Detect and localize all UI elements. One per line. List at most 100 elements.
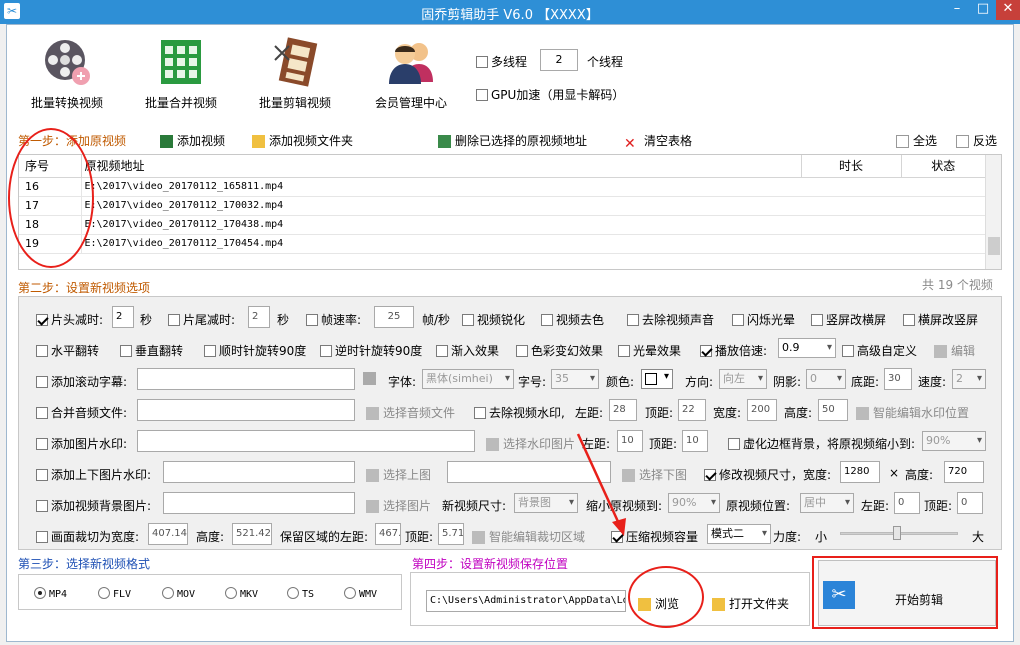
position-select[interactable]: 居中 (800, 493, 854, 513)
multithread-checkbox[interactable]: 多线程 (476, 53, 527, 70)
background-image-checkbox[interactable]: 添加视频背景图片: (36, 497, 151, 514)
compress-mode-select[interactable]: 模式二 (707, 524, 771, 544)
shrink-select[interactable]: 90% (668, 493, 720, 513)
font-select[interactable]: 黑体(simhei) (422, 369, 514, 389)
crop-top-input[interactable]: 5.71 (438, 523, 464, 545)
blur-scale-select[interactable]: 90% (922, 431, 986, 451)
crop-height-input[interactable]: 521.428 (232, 523, 272, 545)
cw90-checkbox[interactable]: 顺时针旋转90度 (204, 342, 306, 359)
subtitle-input[interactable] (137, 368, 355, 390)
h2v-checkbox[interactable]: 横屏改竖屏 (903, 311, 978, 328)
fps-checkbox[interactable]: 帧速率: (306, 311, 361, 328)
resize-height-input[interactable]: 720 (944, 461, 984, 483)
color-effect-checkbox[interactable]: 色彩变幻效果 (516, 342, 603, 359)
batch-merge-button[interactable]: 批量合并视频 (136, 36, 226, 111)
select-all-button[interactable]: 全选 (896, 132, 937, 149)
col-path[interactable]: 原视频地址 (81, 155, 802, 177)
close-button[interactable]: ✕ (996, 0, 1020, 20)
table-scrollbar[interactable] (985, 155, 1001, 269)
table-row[interactable]: 16 E:\2017\video_20170112_165811.mp4 (19, 177, 985, 196)
open-folder-button[interactable]: 打开文件夹 (712, 595, 789, 612)
background-image-input[interactable] (163, 492, 355, 514)
shadow-select[interactable]: 0 (806, 369, 846, 389)
format-wmv-radio[interactable]: WMV (344, 587, 377, 600)
fps-input[interactable]: 25 (374, 306, 414, 328)
smart-watermark-button[interactable]: 智能编辑水印位置 (856, 404, 969, 421)
resize-width-input[interactable]: 1280 (840, 461, 880, 483)
fadein-checkbox[interactable]: 渐入效果 (436, 342, 499, 359)
remove-watermark-checkbox[interactable]: 去除视频水印, (474, 404, 565, 421)
format-mov-radio[interactable]: MOV (162, 587, 195, 600)
speed-checkbox[interactable]: 播放倍速: (700, 342, 767, 359)
resize-checkbox[interactable]: 修改视频尺寸，宽度: (704, 466, 831, 483)
head-cut-checkbox[interactable]: 片头减时: (36, 311, 103, 328)
tail-cut-checkbox[interactable]: 片尾减时: (168, 311, 235, 328)
invert-select-button[interactable]: 反选 (956, 132, 997, 149)
blur-border-checkbox[interactable]: 虚化边框背景，将原视频缩小到: (728, 435, 915, 452)
add-video-button[interactable]: 添加视频 (160, 132, 225, 149)
choose-image-button[interactable]: 选择图片 (366, 497, 431, 514)
size-select[interactable]: 35 (551, 369, 599, 389)
slider-thumb[interactable] (893, 526, 901, 540)
gpu-checkbox[interactable]: GPU加速（用显卡解码） (476, 86, 624, 103)
subtitle-settings-icon[interactable] (363, 372, 376, 385)
choose-audio-button[interactable]: 选择音频文件 (366, 404, 455, 421)
decolor-checkbox[interactable]: 视频去色 (541, 311, 604, 328)
head-cut-input[interactable]: 2 (112, 306, 134, 328)
clear-table-button[interactable]: ✕ 清空表格 (624, 132, 692, 152)
batch-convert-button[interactable]: 批量转换视频 (22, 36, 112, 111)
watermark-image-input[interactable] (137, 430, 475, 452)
delete-selected-button[interactable]: 删除已选择的原视频地址 (438, 132, 587, 149)
tail-cut-input[interactable]: 2 (248, 306, 270, 328)
edit-button[interactable]: 编辑 (934, 342, 975, 359)
top-image-input[interactable] (163, 461, 355, 483)
table-row[interactable]: 19 E:\2017\video_20170112_170454.mp4 (19, 234, 985, 253)
v2h-checkbox[interactable]: 竖屏改横屏 (811, 311, 886, 328)
top-bottom-image-checkbox[interactable]: 添加上下图片水印: (36, 466, 151, 483)
merge-audio-checkbox[interactable]: 合并音频文件: (36, 404, 127, 421)
bg-left-input[interactable]: 0 (894, 492, 920, 514)
save-path-input[interactable]: C:\Users\Administrator\AppData\Lo (426, 590, 626, 612)
color-picker[interactable]: ▾ (641, 369, 673, 389)
minimize-button[interactable]: – (944, 0, 970, 20)
wm-top-input[interactable]: 22 (678, 399, 706, 421)
halo-checkbox[interactable]: 光晕效果 (618, 342, 681, 359)
col-status[interactable]: 状态 (901, 155, 985, 177)
image-watermark-checkbox[interactable]: 添加图片水印: (36, 435, 127, 452)
scroll-speed-select[interactable]: 2 (952, 369, 986, 389)
direction-select[interactable]: 向左 (719, 369, 767, 389)
member-center-button[interactable]: 会员管理中心 (366, 36, 456, 111)
format-flv-radio[interactable]: FLV (98, 587, 131, 600)
mute-checkbox[interactable]: 去除视频声音 (627, 311, 714, 328)
speed-select[interactable]: 0.9 (778, 338, 836, 358)
thread-count-input[interactable]: 2 (540, 49, 578, 71)
choose-top-button[interactable]: 选择上图 (366, 466, 431, 483)
format-mkv-radio[interactable]: MKV (225, 587, 258, 600)
batch-edit-button[interactable]: 批量剪辑视频 (250, 36, 340, 111)
sharpen-checkbox[interactable]: 视频锐化 (462, 311, 525, 328)
strength-slider[interactable] (840, 526, 958, 540)
crop-checkbox[interactable]: 画面裁切为宽度: (36, 528, 139, 545)
maximize-button[interactable]: □ (970, 0, 996, 20)
hflip-checkbox[interactable]: 水平翻转 (36, 342, 99, 359)
crop-width-input[interactable]: 407.142 (148, 523, 188, 545)
format-ts-radio[interactable]: TS (287, 587, 314, 600)
bottom-input[interactable]: 30 (884, 368, 912, 390)
format-mp4-radio[interactable]: MP4 (34, 587, 67, 600)
img-top-input[interactable]: 10 (682, 430, 708, 452)
flash-checkbox[interactable]: 闪烁光晕 (732, 311, 795, 328)
table-row[interactable]: 18 E:\2017\video_20170112_170438.mp4 (19, 215, 985, 234)
table-row[interactable]: 17 E:\2017\video_20170112_170032.mp4 (19, 196, 985, 215)
col-duration[interactable]: 时长 (801, 155, 902, 177)
wm-width-input[interactable]: 200 (747, 399, 777, 421)
add-folder-button[interactable]: 添加视频文件夹 (252, 132, 353, 149)
subtitle-checkbox[interactable]: 添加滚动字幕: (36, 373, 127, 390)
wm-height-input[interactable]: 50 (818, 399, 848, 421)
audio-file-input[interactable] (137, 399, 355, 421)
custom-checkbox[interactable]: 高级自定义 (842, 342, 917, 359)
crop-left-input[interactable]: 467. (375, 523, 401, 545)
ccw90-checkbox[interactable]: 逆时针旋转90度 (320, 342, 422, 359)
vflip-checkbox[interactable]: 垂直翻转 (120, 342, 183, 359)
bg-top-input[interactable]: 0 (957, 492, 983, 514)
wm-left-input[interactable]: 28 (609, 399, 637, 421)
